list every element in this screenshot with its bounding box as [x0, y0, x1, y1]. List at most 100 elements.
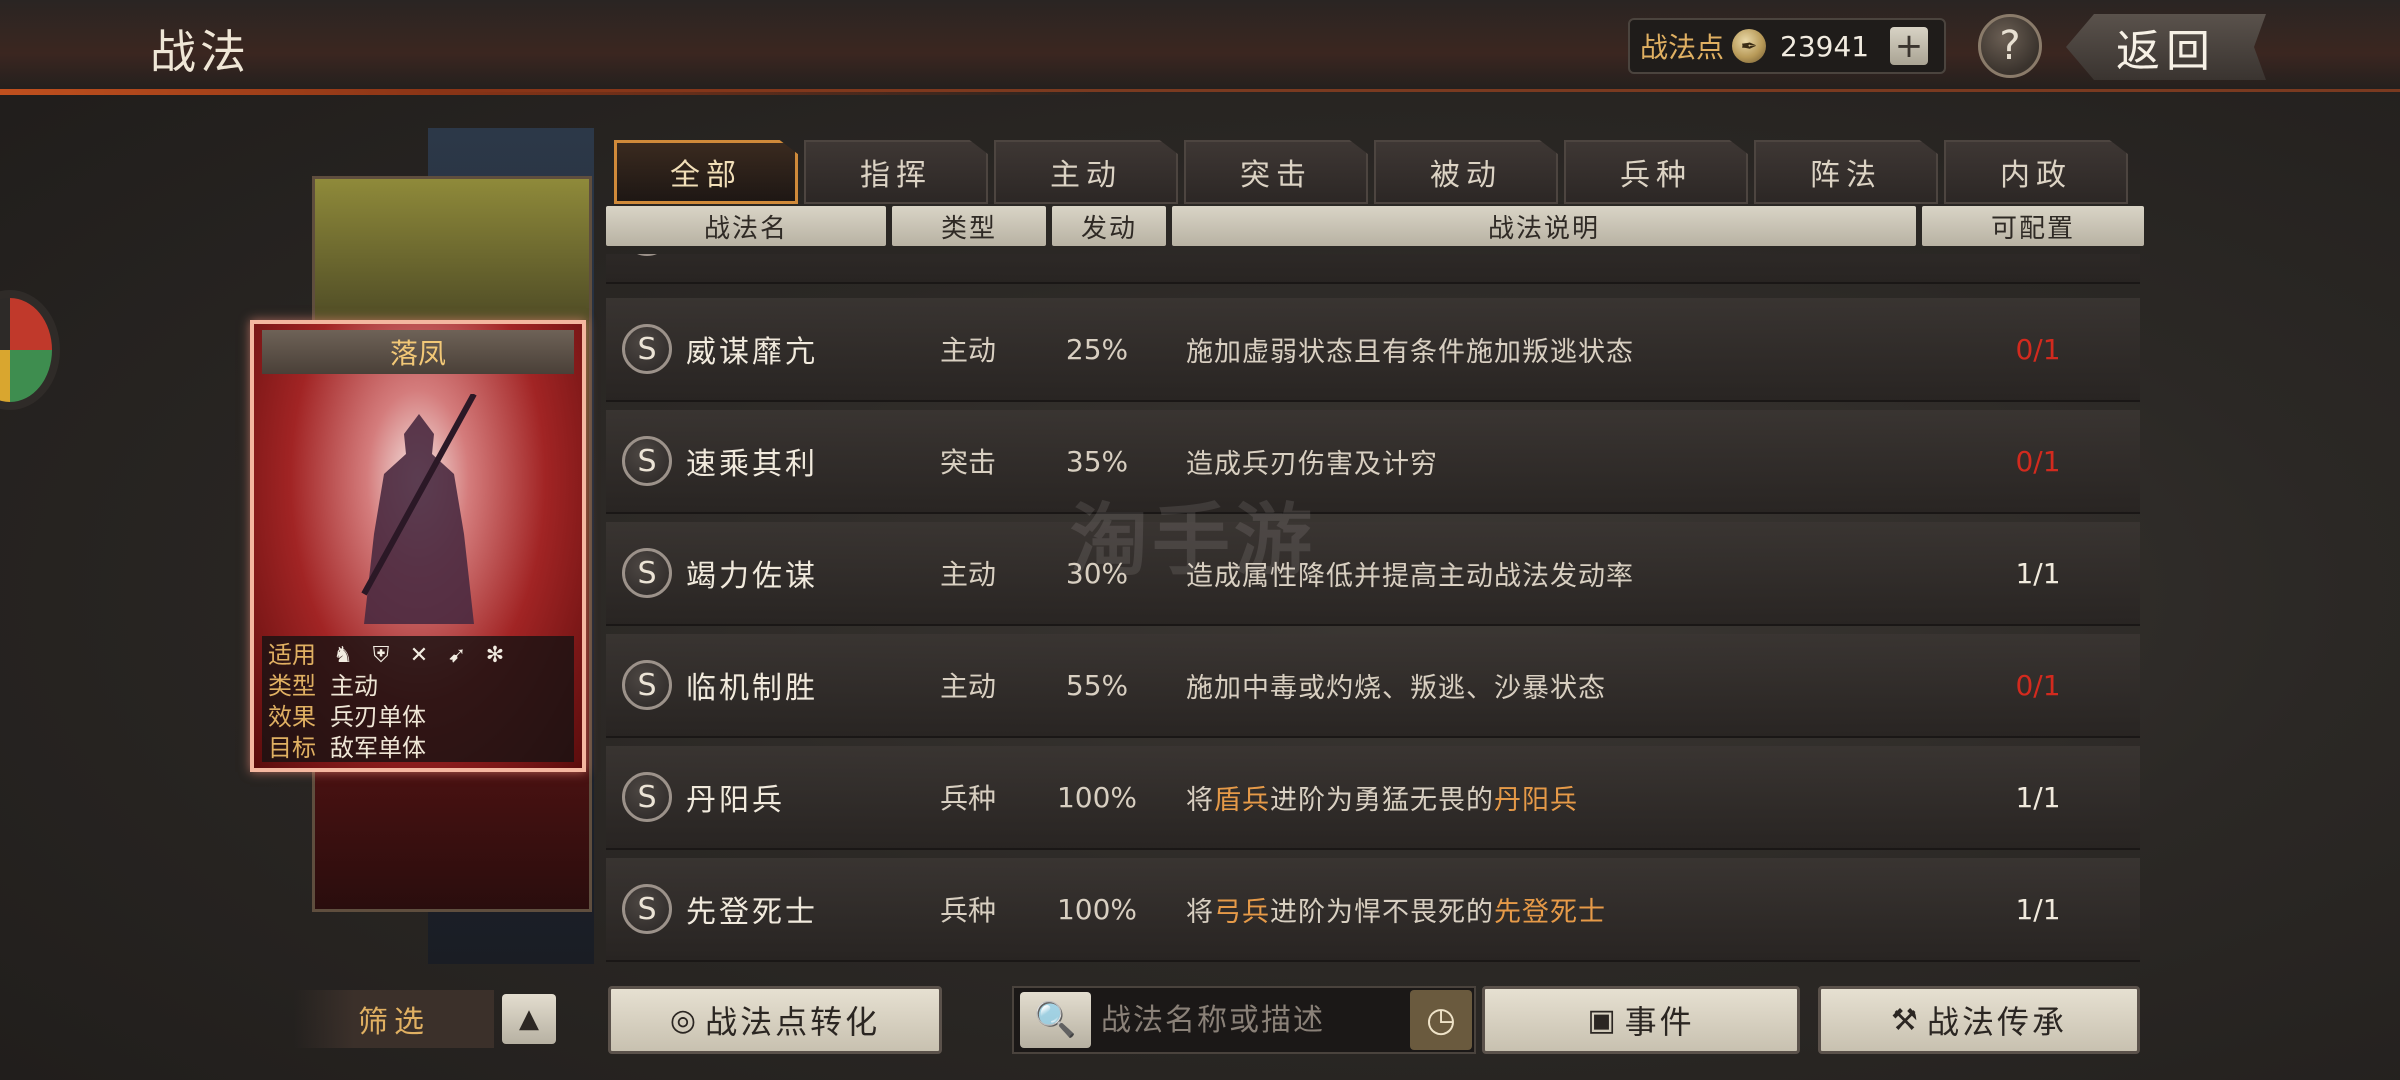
tactic-points-box: 战法点 ✒ 23941 + [1628, 18, 1946, 74]
header-description: 战法说明 [1172, 206, 1916, 246]
tactic-type: 兵种 [939, 894, 996, 927]
tactic-name: 临机制胜 [686, 671, 818, 706]
header-type[interactable]: 类型 [892, 206, 1046, 246]
table-row[interactable]: S 临机制胜 主动 55% 施加中毒或灼烧、叛逃、沙暴状态 0/1 [606, 634, 2140, 738]
notice-icon: ▣ [1587, 1002, 1619, 1038]
table-row[interactable]: S 先登死士 兵种 100% 将弓兵进阶为悍不畏死的先登死士 1/1 [606, 858, 2140, 962]
tactic-description: 造成兵刃伤害及计穷 [1186, 448, 1438, 480]
table-row[interactable]: S 速乘其利 突击 35% 造成兵刃伤害及计穷 0/1 [606, 410, 2140, 514]
tab-active[interactable]: 主动 [994, 140, 1178, 204]
tactic-rate: 35% [1065, 444, 1129, 478]
search-icon: 🔍 [1034, 1000, 1077, 1040]
warrior-silhouette-icon [361, 394, 477, 624]
tab-command[interactable]: 指挥 [804, 140, 988, 204]
inherit-tactic-button[interactable]: ⚒ 战法传承 [1818, 986, 2140, 1054]
filter-expand-button[interactable]: ▲ [502, 994, 556, 1044]
tactic-rate: 55% [1065, 668, 1129, 702]
tactic-type: 主动 [939, 670, 996, 703]
hammer-icon: ⚒ [1891, 1002, 1921, 1038]
add-points-button[interactable]: + [1890, 27, 1929, 65]
card-info-panel: 适用 ♞ ⛨ ✕ ➹ ✻ 类型 主动 效果 兵刃单体 目标 敌军单体 [262, 636, 574, 762]
table-row[interactable]: S 竭力佐谋 主动 30% 造成属性降低并提高主动战法发动率 1/1 [606, 522, 2140, 626]
spear-icon: ➹ [447, 642, 467, 668]
event-label: 事件 [1624, 1003, 1695, 1041]
shield-icon: ⛨ [372, 642, 390, 668]
convert-points-button[interactable]: ◎ 战法点转化 [608, 986, 942, 1054]
tactic-name: 丹阳兵 [686, 783, 785, 818]
desc-text: 进阶为悍不畏死的 [1270, 896, 1494, 928]
back-button[interactable]: 返回 [2066, 14, 2266, 80]
side-emblem-icon[interactable] [0, 290, 60, 410]
desc-text: 进阶为勇猛无畏的 [1270, 784, 1494, 816]
header-name[interactable]: 战法名 [606, 206, 886, 246]
target-value: 敌军单体 [330, 734, 426, 762]
inherit-label: 战法传承 [1926, 1003, 2067, 1041]
tactic-description: 将盾兵进阶为勇猛无畏的丹阳兵 [1186, 778, 1926, 817]
desc-highlight: 先登死士 [1494, 896, 1606, 928]
search-button[interactable]: 🔍 [1020, 992, 1091, 1048]
effect-value: 兵刃单体 [330, 703, 426, 731]
header-config[interactable]: 可配置 [1922, 206, 2144, 246]
clock-icon: ◷ [1426, 1000, 1456, 1040]
tab-troop[interactable]: 兵种 [1564, 140, 1748, 204]
tactic-description: 施加中毒或灼烧、叛逃、沙暴状态 [1186, 672, 1606, 704]
tactic-description: 造成属性降低并提高主动战法发动率 [1186, 560, 1634, 592]
tactic-config: 0/1 [2015, 668, 2061, 702]
tactic-type: 兵种 [939, 782, 996, 815]
tactic-rate: 100% [1056, 780, 1138, 814]
tactic-type: 突击 [939, 446, 996, 479]
tab-passive[interactable]: 被动 [1374, 140, 1558, 204]
grade-s-badge: S [622, 254, 672, 256]
card-name: 落凤 [262, 330, 574, 374]
table-row[interactable]: S 丹阳兵 兵种 100% 将盾兵进阶为勇猛无畏的丹阳兵 1/1 [606, 746, 2140, 850]
grade-s-badge: S [622, 548, 672, 598]
grade-s-badge: S [622, 660, 672, 710]
grade-s-badge: S [622, 436, 672, 486]
history-clock-button[interactable]: ◷ [1410, 990, 1472, 1050]
tactic-name: 威谋靡亢 [686, 335, 818, 370]
desc-highlight: 弓兵 [1214, 896, 1270, 928]
tactic-description: 将弓兵进阶为悍不畏死的先登死士 [1186, 890, 1926, 929]
tab-assault[interactable]: 突击 [1184, 140, 1368, 204]
tactic-name: 速乘其利 [686, 447, 818, 482]
table-header: 战法名 类型 发动 战法说明 可配置 [606, 206, 2150, 248]
search-bar: 🔍 [1012, 986, 1476, 1054]
tactic-rate: 30% [1065, 556, 1129, 590]
tactic-description: 施加虚弱状态且有条件施加叛逃状态 [1186, 336, 1634, 368]
target-label: 目标 [268, 734, 316, 762]
convert-points-label: 战法点转化 [705, 1003, 881, 1041]
tactic-name: 竭力佐谋 [686, 559, 818, 594]
desc-highlight: 丹阳兵 [1494, 784, 1578, 816]
desc-text: 将 [1186, 784, 1214, 816]
filter-label[interactable]: 筛选 [294, 990, 494, 1048]
grade-s-badge: S [622, 324, 672, 374]
tactic-list[interactable]: S S 威谋靡亢 主动 25% 施加虚弱状态且有条件施加叛逃状态 0/1 S 速… [606, 254, 2140, 964]
page-title: 战法 [150, 25, 250, 79]
tactic-type: 主动 [939, 558, 996, 591]
grade-s-badge: S [622, 772, 672, 822]
tactic-config: 1/1 [2015, 556, 2061, 590]
triangle-up-icon: ▲ [519, 1004, 539, 1034]
tactic-config: 0/1 [2015, 332, 2061, 366]
help-button[interactable]: ? [1978, 14, 2042, 78]
tactic-name: 先登死士 [686, 895, 818, 930]
tactic-config: 0/1 [2015, 444, 2061, 478]
table-row[interactable]: S 威谋靡亢 主动 25% 施加虚弱状态且有条件施加叛逃状态 0/1 [606, 298, 2140, 402]
table-row[interactable]: S [606, 254, 2140, 284]
tab-all[interactable]: 全部 [614, 140, 798, 204]
tactic-config: 1/1 [2015, 780, 2061, 814]
tab-internal[interactable]: 内政 [1944, 140, 2128, 204]
selected-tactic-card[interactable]: 落凤 适用 ♞ ⛨ ✕ ➹ ✻ 类型 主动 效果 兵刃单体 目标 敌军单体 [250, 320, 586, 772]
header-rate[interactable]: 发动 [1052, 206, 1166, 246]
category-tabs: 全部 指挥 主动 突击 被动 兵种 阵法 内政 [614, 140, 2134, 204]
tactic-rate: 100% [1056, 892, 1138, 926]
wheel-icon: ✻ [485, 642, 505, 668]
desc-text: 将 [1186, 896, 1214, 928]
type-value: 主动 [330, 672, 378, 700]
event-button[interactable]: ▣ 事件 [1482, 986, 1800, 1054]
tactic-rate: 25% [1065, 332, 1129, 366]
crossed-bows-icon: ✕ [409, 642, 429, 668]
type-label: 类型 [268, 672, 316, 700]
tab-formation[interactable]: 阵法 [1754, 140, 1938, 204]
effect-label: 效果 [268, 703, 316, 731]
